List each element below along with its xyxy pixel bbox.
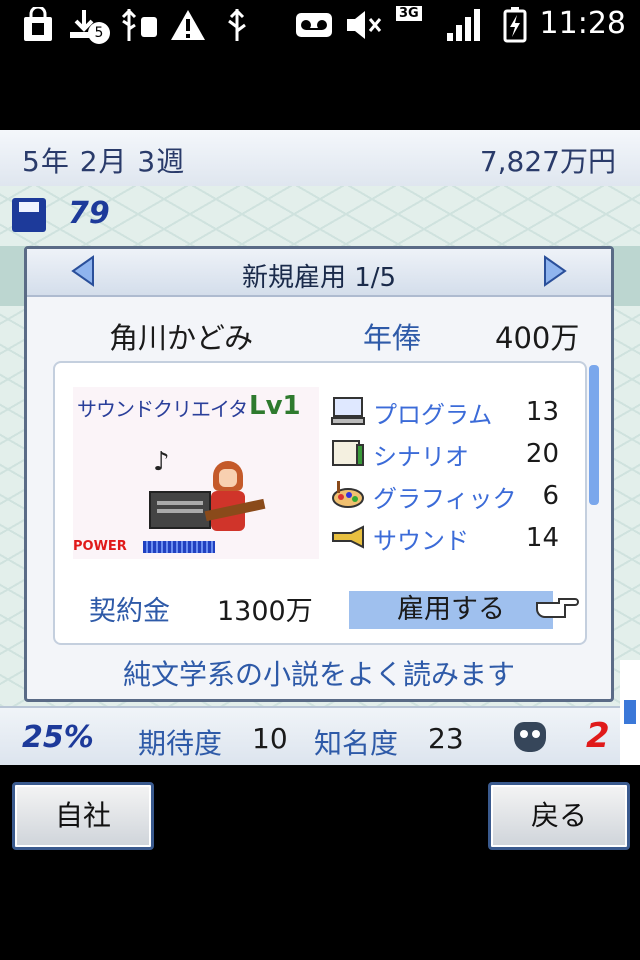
dialog-title: 新規雇用 1/5: [241, 263, 397, 293]
own-company-button[interactable]: 自社: [12, 782, 154, 850]
pointing-hand-icon: [535, 595, 579, 621]
card-scrollbar[interactable]: [587, 361, 601, 641]
hire-button[interactable]: 雇用する: [349, 591, 553, 629]
expectation-value: 10: [252, 722, 288, 755]
battery-charging-icon: [502, 7, 528, 43]
skill-row: プログラム 13: [331, 393, 571, 435]
skill-label: シナリオ: [373, 443, 469, 471]
skill-row: サウンド 14: [331, 519, 571, 561]
skill-row: グラフィック 6: [331, 477, 571, 519]
power-bar: [143, 541, 215, 553]
main-scrollbar-thumb[interactable]: [624, 700, 636, 724]
skill-value: 14: [525, 523, 559, 553]
progress-percent: 25%: [22, 720, 94, 755]
voicemail-icon: [294, 8, 334, 42]
prev-arrow-icon[interactable]: [69, 255, 97, 287]
fame-value: 23: [428, 722, 464, 755]
warning-icon: [168, 8, 208, 42]
game-top-bar: 5年 2月 3週 7,827万円: [0, 130, 640, 188]
skill-row: シナリオ 20: [331, 435, 571, 477]
computer-icon: [331, 397, 365, 425]
skill-value: 6: [542, 481, 559, 511]
game-date: 5年 2月 3週: [22, 145, 186, 178]
contract-fee-value: 1300万: [217, 596, 313, 627]
floppy-disk-icon: [12, 198, 46, 232]
usb-debug-icon: [118, 8, 160, 42]
shopping-bag-icon: [18, 7, 58, 42]
disk-count: 79: [68, 196, 110, 231]
trumpet-icon: [331, 523, 365, 551]
skill-label: グラフィック: [373, 485, 517, 513]
mascot-icon: [514, 722, 546, 752]
back-button[interactable]: 戻る: [488, 782, 630, 850]
status-bar: 5 3G 11:28: [0, 0, 640, 50]
network-type-badge: 3G: [396, 6, 422, 21]
skill-value: 20: [525, 439, 559, 469]
game-money: 7,827万円: [479, 145, 616, 178]
game-screen: 5年 2月 3週 7,827万円 79 25% 期待度 10 知名度 23 2 …: [0, 130, 640, 765]
character-face: [219, 469, 237, 487]
music-note-icon: ♪: [153, 447, 170, 477]
power-label: POWER: [73, 539, 127, 554]
skill-value: 13: [525, 397, 559, 427]
notification-count-badge: 5: [88, 22, 110, 44]
card-scrollbar-thumb[interactable]: [589, 365, 599, 505]
alert-count: 2: [586, 716, 610, 756]
hire-dialog: 新規雇用 1/5 角川かどみ 年俸 400万 サウンドクリエイタ Lv1 ♪ P…: [24, 246, 614, 702]
job-title: サウンドクリエイタ: [77, 397, 248, 421]
skill-list: プログラム 13 シナリオ 20 グラフィック 6 サウンド 14: [331, 393, 571, 561]
candidate-portrait: サウンドクリエイタ Lv1 ♪ POWER: [73, 387, 319, 559]
candidate-card: サウンドクリエイタ Lv1 ♪ POWER プログラム 13 シナリオ 20 グ…: [53, 361, 587, 645]
salary-value: 400万: [495, 321, 580, 355]
contract-fee-label: 契約金: [89, 596, 170, 627]
dialog-header: 新規雇用 1/5: [27, 249, 611, 297]
candidate-description: 純文学系の小説をよく読みます: [122, 658, 515, 691]
book-icon: [331, 439, 365, 467]
salary-label: 年俸: [363, 321, 422, 355]
palette-icon: [331, 481, 365, 509]
candidate-name: 角川かどみ: [109, 321, 254, 355]
skill-label: プログラム: [373, 401, 493, 429]
clock: 11:28: [539, 6, 626, 41]
fame-label: 知名度: [314, 727, 399, 760]
skill-label: サウンド: [373, 527, 469, 555]
stats-strip: 25% 期待度 10 知名度 23 2: [0, 706, 620, 765]
amplifier-icon: [149, 491, 211, 529]
usb-icon: [222, 8, 252, 42]
mute-icon: [344, 8, 384, 42]
next-arrow-icon[interactable]: [541, 255, 569, 287]
signal-icon: [444, 8, 484, 42]
expectation-label: 期待度: [138, 727, 223, 760]
level-badge: Lv1: [249, 391, 301, 421]
